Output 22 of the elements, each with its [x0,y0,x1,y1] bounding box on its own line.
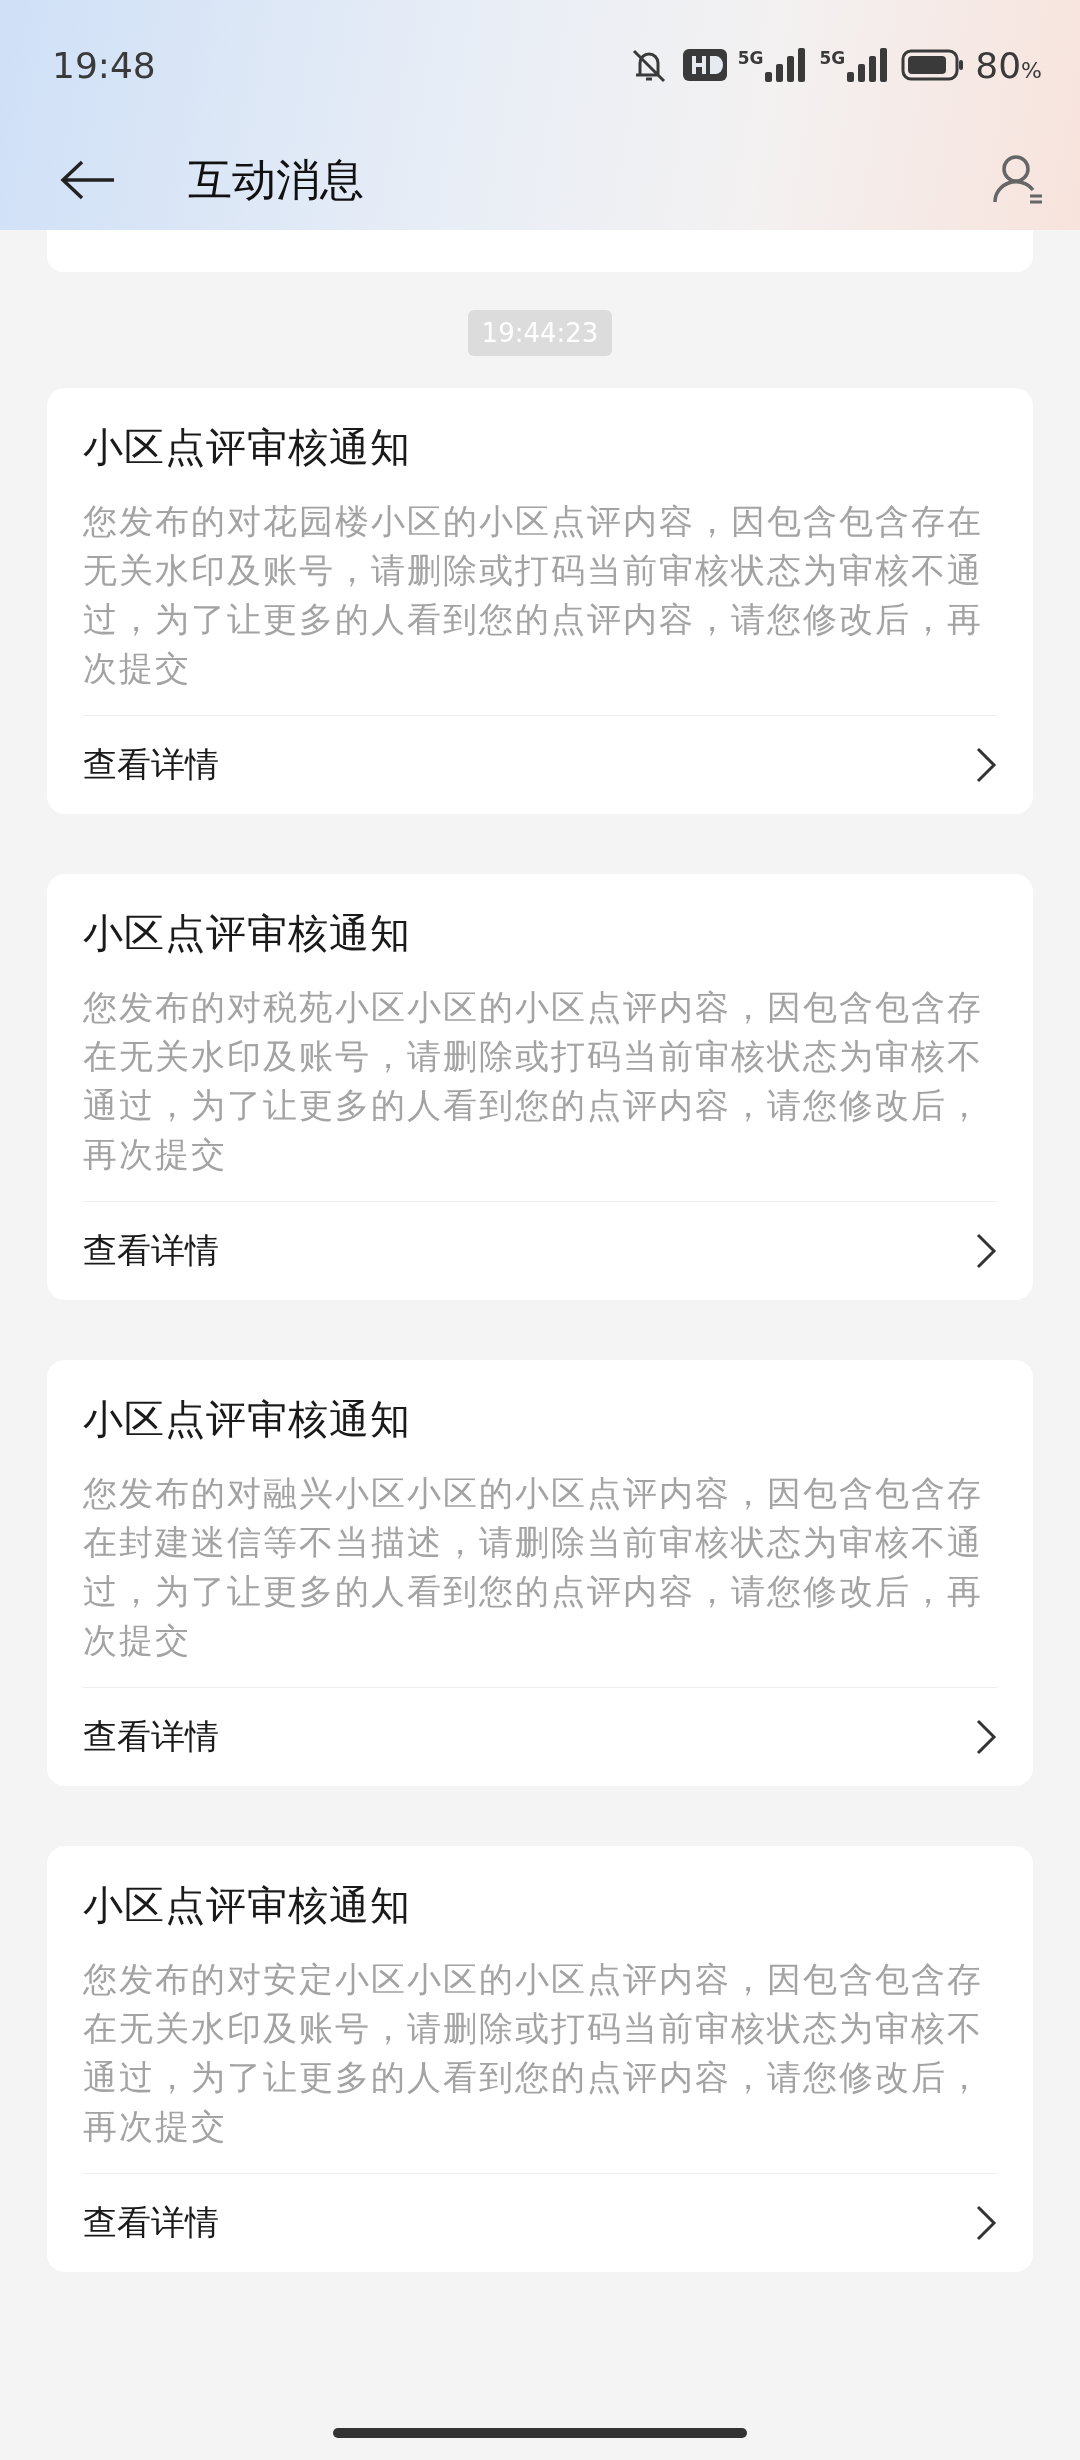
chevron-right-icon [975,1232,997,1270]
hd-icon [681,48,728,82]
battery-icon [901,49,966,81]
notification-title: 小区点评审核通知 [83,1395,412,1444]
chevron-right-icon [975,746,997,784]
view-details-link[interactable]: 查看详情 [83,715,997,814]
status-time: 19:48 [52,44,157,86]
view-details-link[interactable]: 查看详情 [83,1687,997,1786]
notification-title: 小区点评审核通知 [83,1881,412,1930]
notification-body: 您发布的对税苑小区小区的小区点评内容，因包含包含存在无关水印及账号，请删除或打码当前审核状态为审核不通过，为了让更多的人看到您的点评内容，请您修改后，再次提交 [83,986,984,1176]
chevron-right-icon [975,1718,997,1756]
chevron-right-icon [975,2204,997,2242]
page-title: 互动消息 [188,152,365,207]
notification-body: 您发布的对安定小区小区的小区点评内容，因包含包含存在无关水印及账号，请删除或打码当前审核状态为审核不通过，为了让更多的人看到您的点评内容，请您修改后，再次提交 [83,1958,984,2148]
back-arrow-icon[interactable] [60,160,116,200]
notification-title: 小区点评审核通知 [83,909,412,958]
view-details-link[interactable]: 查看详情 [83,2173,997,2272]
view-details-link[interactable]: 查看详情 [83,1201,997,1300]
notification-title: 小区点评审核通知 [83,423,412,472]
battery-percent: 80% [975,44,1042,86]
notification-body: 您发布的对花园楼小区的小区点评内容，因包含包含存在无关水印及账号，请删除或打码当前审核状态为审核不通过，为了让更多的人看到您的点评内容，请您修改后，再次提交 [83,500,984,690]
notification-body: 您发布的对融兴小区小区的小区点评内容，因包含包含存在封建迷信等不当描述，请删除当前审核状态为审核不通过，为了让更多的人看到您的点评内容，请您修改后，再次提交 [83,1472,984,1662]
